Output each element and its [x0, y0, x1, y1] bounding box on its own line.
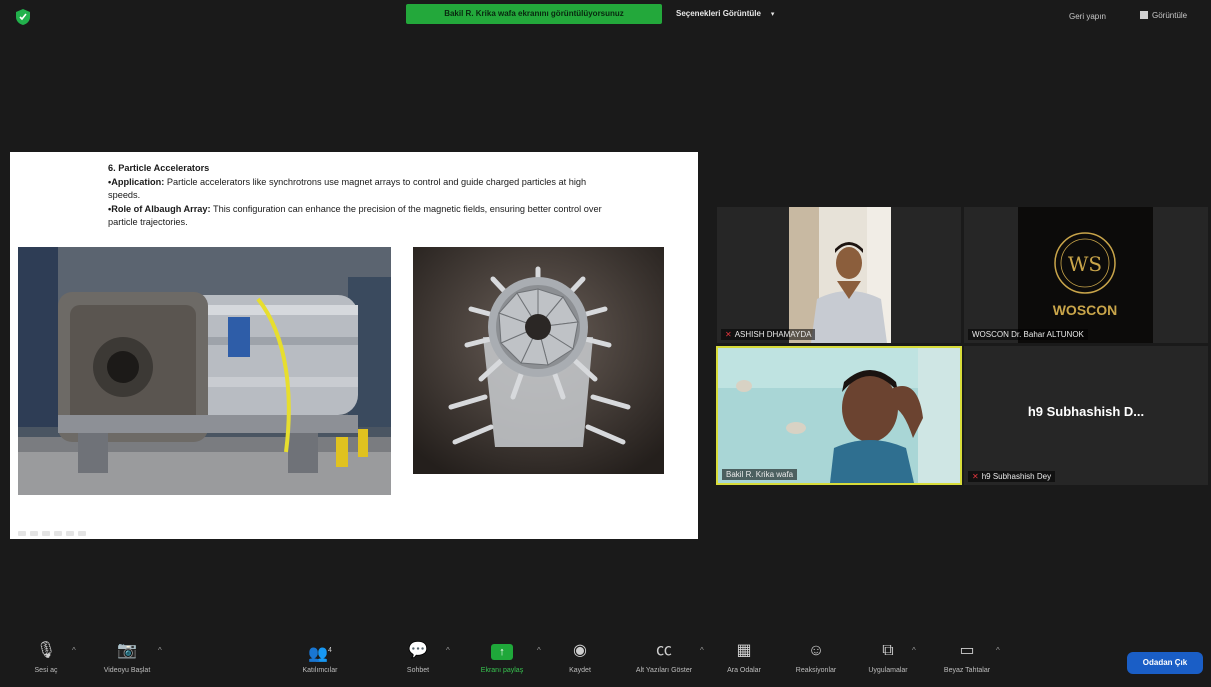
- mic-muted-icon: ✕: [725, 330, 732, 339]
- screen-share-banner: Bakil R. Krika wafa ekranını görüntülüyo…: [406, 4, 662, 24]
- whiteboard-icon: ▭: [959, 642, 975, 659]
- slide-text-block: 6. Particle Accelerators •Application: P…: [108, 162, 608, 230]
- security-shield-icon[interactable]: [14, 8, 32, 26]
- magnet-array-photo: [413, 247, 664, 474]
- start-video-button[interactable]: 📷 Videoyu Başlat: [92, 640, 162, 674]
- slide-control-icon[interactable]: [18, 531, 26, 536]
- shared-screen[interactable]: 6. Particle Accelerators •Application: P…: [10, 152, 698, 539]
- view-options-label: Seçenekleri Görüntüle: [676, 9, 761, 18]
- participant-tile-woscon[interactable]: WS WOSCON WOSCON Dr. Bahar ALTUNOK: [964, 207, 1208, 343]
- video-options-caret[interactable]: ^: [158, 646, 162, 655]
- share-screen-icon: ↑: [470, 640, 534, 662]
- slide-application-line: •Application: Particle accelerators like…: [108, 176, 608, 203]
- slide-heading: 6. Particle Accelerators: [108, 163, 210, 173]
- video-off-icon: 📷: [117, 642, 137, 659]
- participant-name-label: ✕ ASHISH DHAMAYDA: [721, 329, 816, 340]
- application-text: Particle accelerators like synchrotrons …: [108, 176, 587, 201]
- grid-view-icon: [1140, 11, 1148, 19]
- share-screen-button[interactable]: ↑ Ekranı paylaş: [470, 640, 534, 674]
- role-label: •Role of Albaugh Array:: [108, 203, 211, 214]
- participant-name-label: Bakil R. Krika wafa: [722, 469, 798, 480]
- participant-tile-subhashish[interactable]: h9 Subhashish D... ✕ h9 Subhashish Dey: [964, 346, 1208, 485]
- participant-count-badge: 4: [328, 647, 332, 654]
- show-captions-button[interactable]: ㏄ Alt Yazıları Göster: [622, 640, 706, 674]
- apps-button[interactable]: ⧉ Uygulamalar: [860, 640, 916, 674]
- reactions-button[interactable]: ☺ Reaksiyonlar: [788, 640, 844, 674]
- slide-control-icon[interactable]: [66, 531, 74, 536]
- whiteboard-options-caret[interactable]: ^: [996, 646, 1000, 655]
- view-options-menu[interactable]: Seçenekleri Görüntüle ▾: [676, 6, 774, 22]
- apps-options-caret[interactable]: ^: [912, 646, 916, 655]
- breakout-rooms-icon: ▦: [736, 642, 752, 659]
- breakout-rooms-button[interactable]: ▦ Ara Odalar: [722, 640, 766, 674]
- participant-video: [789, 207, 891, 343]
- slide-role-line: •Role of Albaugh Array: This configurati…: [108, 203, 608, 230]
- unmute-button[interactable]: 🎙 Sesi aç: [16, 640, 76, 674]
- audio-options-caret[interactable]: ^: [72, 646, 76, 655]
- participants-icon: 👥4: [308, 645, 332, 663]
- slide-navigation-controls[interactable]: [18, 523, 118, 536]
- mic-muted-icon: ✕: [972, 472, 979, 481]
- view-button[interactable]: Görüntüle: [1140, 11, 1187, 20]
- microphone-icon: 🎙: [35, 642, 57, 659]
- leave-room-button[interactable]: Odadan Çık: [1127, 652, 1203, 674]
- participant-name-label: ✕ h9 Subhashish Dey: [968, 471, 1056, 482]
- chat-button[interactable]: 💬 Sohbet: [398, 640, 438, 674]
- whiteboards-button[interactable]: ▭ Beyaz Tahtalar: [932, 640, 1002, 674]
- share-options-caret[interactable]: ^: [537, 646, 541, 655]
- participant-name-label: WOSCON Dr. Bahar ALTUNOK: [968, 329, 1088, 340]
- woscon-monogram: WS: [1068, 252, 1102, 276]
- application-label: •Application:: [108, 176, 165, 187]
- participants-button[interactable]: 👥4 Katılımcılar: [290, 640, 350, 674]
- accelerator-magnet-photo: [18, 247, 391, 495]
- participant-display-name: h9 Subhashish D...: [1027, 404, 1145, 419]
- exit-fullscreen-button[interactable]: Geri yapın: [1069, 12, 1106, 21]
- captions-icon: ㏄: [655, 642, 672, 659]
- view-label: Görüntüle: [1152, 11, 1188, 20]
- participant-tile-active-speaker[interactable]: Bakil R. Krika wafa: [716, 346, 962, 485]
- meeting-topbar: Bakil R. Krika wafa ekranını görüntülüyo…: [0, 0, 1211, 32]
- slide-control-icon[interactable]: [54, 531, 62, 536]
- slide-control-icon[interactable]: [78, 531, 86, 536]
- chat-options-caret[interactable]: ^: [446, 646, 450, 655]
- meeting-controls-toolbar: 🎙 Sesi aç ^ 📷 Videoyu Başlat ^ 👥4 Katılı…: [0, 636, 1211, 687]
- woscon-logo: WS WOSCON: [1018, 207, 1153, 343]
- slide-control-icon[interactable]: [30, 531, 38, 536]
- chat-icon: 💬: [408, 642, 428, 659]
- apps-icon: ⧉: [882, 642, 894, 659]
- participant-video: [718, 348, 960, 483]
- participant-tile-ashish[interactable]: ✕ ASHISH DHAMAYDA: [717, 207, 961, 343]
- slide-control-icon[interactable]: [42, 531, 50, 536]
- record-button[interactable]: ◉ Kaydet: [560, 640, 600, 674]
- chevron-down-icon: ▾: [770, 11, 775, 18]
- captions-options-caret[interactable]: ^: [700, 646, 704, 655]
- woscon-logo-text: WOSCON: [1053, 302, 1118, 318]
- reactions-icon: ☺: [807, 642, 825, 659]
- record-icon: ◉: [573, 642, 587, 659]
